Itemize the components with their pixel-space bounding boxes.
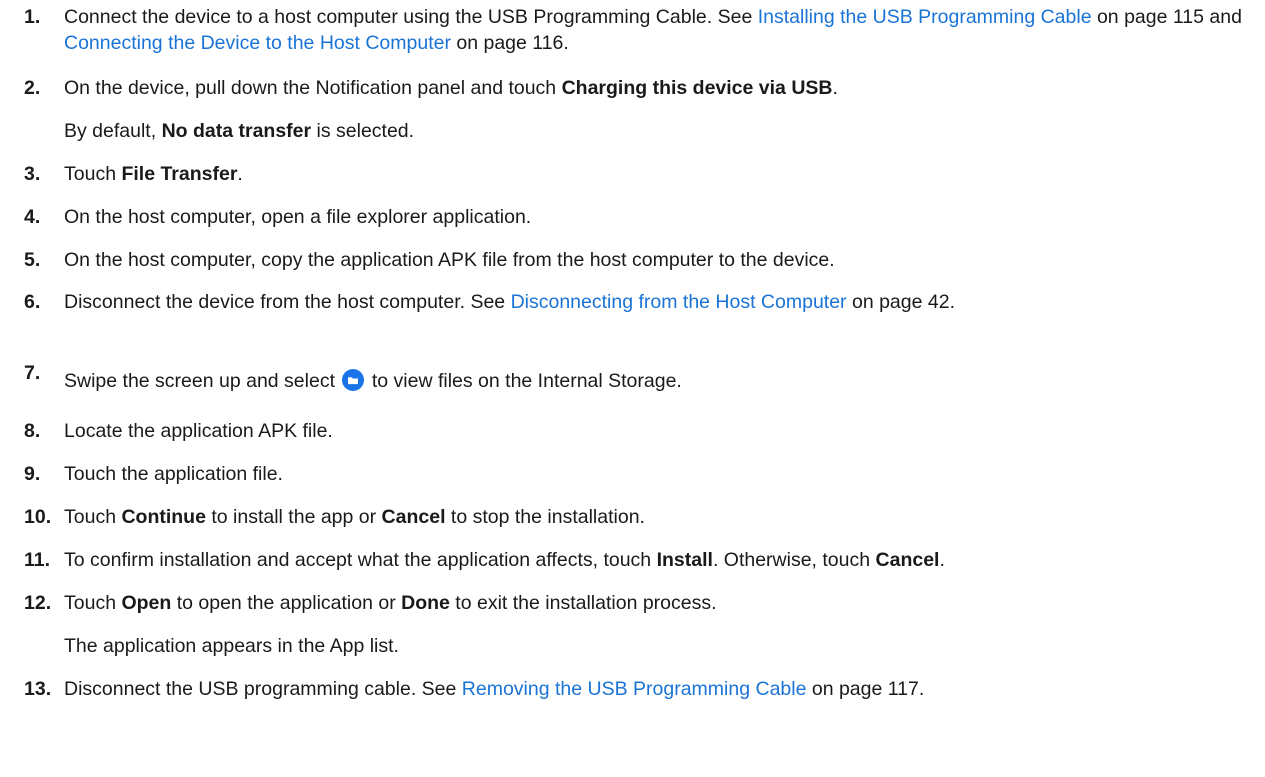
- link-removing-usb-cable[interactable]: Removing the USB Programming Cable: [462, 678, 807, 700]
- step-text: Disconnect the USB programming cable. Se…: [64, 676, 1247, 702]
- step-text: On the host computer, open a file explor…: [64, 206, 532, 228]
- step-text: Touch Continue to install the app or Can…: [64, 504, 1247, 530]
- step-number: 12.: [24, 592, 52, 614]
- step-text-part: on page 115 and: [1091, 6, 1242, 28]
- step-number: 9.: [24, 463, 41, 485]
- step-text-part: on page 42.: [846, 291, 955, 313]
- step-text-part: Disconnect the device from the host comp…: [64, 291, 511, 313]
- step-text: On the host computer, copy the applicati…: [64, 249, 835, 271]
- step-text-part: Swipe the screen up and select: [64, 370, 341, 392]
- ui-term: No data transfer: [161, 120, 312, 142]
- step-text-part: to open the application or: [171, 592, 402, 614]
- step-text: Touch the application file.: [64, 463, 283, 485]
- ui-term: Cancel: [381, 506, 446, 528]
- step-text-part: to view files on the Internal Storage.: [366, 370, 682, 392]
- ui-term: Done: [401, 592, 450, 614]
- link-installing-usb-cable[interactable]: Installing the USB Programming Cable: [758, 6, 1092, 28]
- step-number: 7.: [24, 362, 41, 384]
- step-text-part: On the device, pull down the Notificatio…: [64, 77, 562, 99]
- step-text-part: .: [939, 549, 945, 571]
- step-note: The application appears in the App list.: [64, 635, 399, 657]
- step-text: Touch File Transfer.: [64, 161, 1247, 187]
- step-number: 6.: [24, 291, 41, 313]
- step-text-part: .: [832, 77, 838, 99]
- ui-term: Open: [121, 592, 172, 614]
- ui-term: Cancel: [875, 549, 940, 571]
- link-connecting-device[interactable]: Connecting the Device to the Host Comput…: [64, 32, 451, 54]
- ui-term: Install: [656, 549, 713, 571]
- step-number: 2.: [24, 77, 41, 99]
- step-number: 13.: [24, 678, 52, 700]
- step-text-part: is selected.: [311, 120, 415, 142]
- link-disconnecting-host[interactable]: Disconnecting from the Host Computer: [511, 291, 847, 313]
- ui-term: Charging this device via USB: [561, 77, 833, 99]
- step-text-part: Disconnect the USB programming cable. Se…: [64, 678, 462, 700]
- step-text-part: Touch: [64, 163, 122, 185]
- step-text-part: on page 116.: [450, 32, 569, 54]
- step-text-part: .: [237, 163, 243, 185]
- step-text-part: Touch: [64, 592, 122, 614]
- step-number: 10.: [24, 506, 52, 528]
- step-text: To confirm installation and accept what …: [64, 547, 1247, 573]
- step-number: 3.: [24, 163, 41, 185]
- step-text: On the device, pull down the Notificatio…: [64, 75, 1247, 101]
- step-text-part: . Otherwise, touch: [712, 549, 876, 571]
- step-text-part: to install the app or: [205, 506, 382, 528]
- step-text-part: To confirm installation and accept what …: [64, 549, 657, 571]
- step-text: Connect the device to a host computer us…: [64, 4, 1247, 56]
- step-text-part: to stop the installation.: [445, 506, 645, 528]
- step-number: 5.: [24, 249, 41, 271]
- step-number: 8.: [24, 420, 41, 442]
- step-number: 4.: [24, 206, 41, 228]
- step-text: Disconnect the device from the host comp…: [64, 289, 1247, 315]
- step-text-part: to exit the installation process.: [449, 592, 717, 614]
- step-text: Touch Open to open the application or Do…: [64, 590, 1247, 616]
- step-text: Swipe the screen up and select to view f…: [64, 368, 1247, 394]
- step-text: Locate the application APK file.: [64, 420, 333, 442]
- step-number: 11.: [24, 549, 51, 571]
- ui-term: File Transfer: [121, 163, 238, 185]
- folder-icon: [342, 369, 365, 391]
- step-number: 1.: [24, 6, 41, 28]
- step-text-part: Touch: [64, 506, 122, 528]
- step-text-part: Connect the device to a host computer us…: [64, 6, 758, 28]
- step-text-part: By default,: [64, 120, 162, 142]
- step-text-part: on page 117.: [806, 678, 925, 700]
- ui-term: Continue: [121, 506, 206, 528]
- step-note: By default, No data transfer is selected…: [64, 118, 414, 144]
